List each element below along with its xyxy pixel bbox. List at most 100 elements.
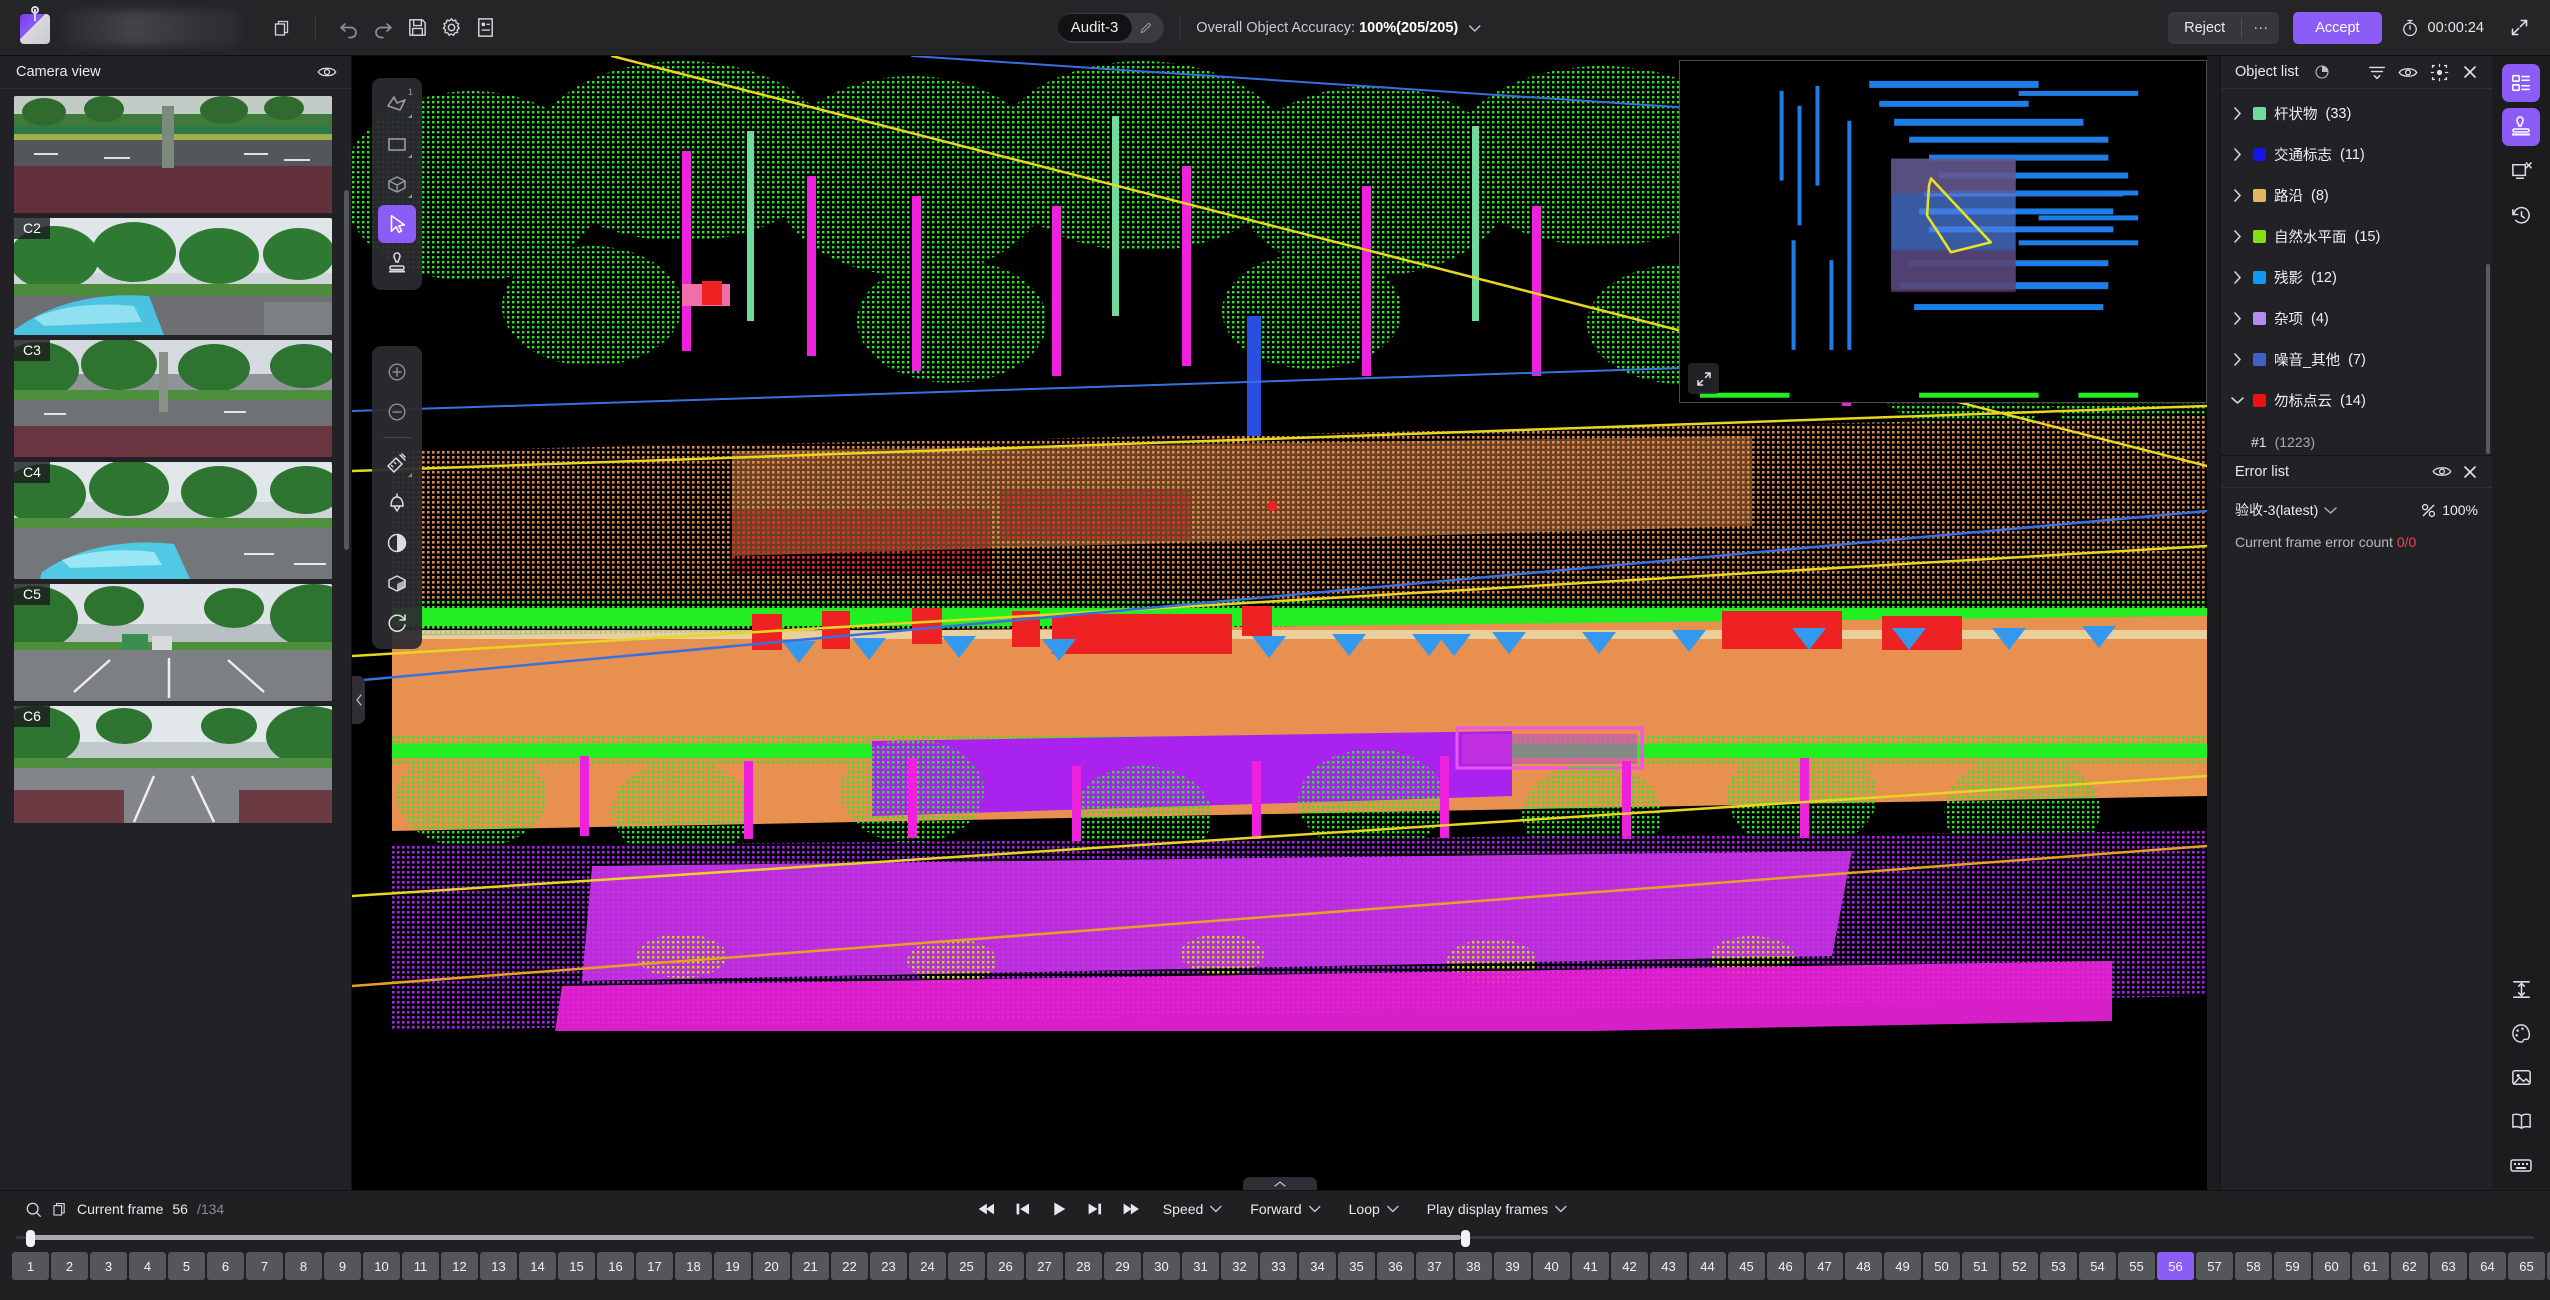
frame-cell[interactable]: 41 <box>1572 1252 1609 1280</box>
camera-thumbnail[interactable]: C5 <box>14 584 332 701</box>
object-list-scrollbar[interactable] <box>2486 264 2490 454</box>
frame-cell[interactable]: 36 <box>1377 1252 1414 1280</box>
frame-cell[interactable]: 63 <box>2430 1252 2467 1280</box>
reject-button[interactable]: Reject <box>2168 12 2241 44</box>
frame-cell[interactable]: 65 <box>2508 1252 2545 1280</box>
frame-cell[interactable]: 39 <box>1494 1252 1531 1280</box>
object-group-row[interactable]: 路沿 (8) <box>2221 175 2492 216</box>
speed-select[interactable]: Speed <box>1149 1201 1236 1217</box>
frame-cell[interactable]: 64 <box>2469 1252 2506 1280</box>
object-group-row-expanded[interactable]: 勿标点云 (14) <box>2221 380 2492 421</box>
chevron-down-icon[interactable] <box>2324 506 2337 515</box>
search-icon[interactable] <box>25 1201 42 1218</box>
camera-thumbnail[interactable] <box>14 96 332 213</box>
chevron-down-icon[interactable] <box>1458 11 1492 45</box>
expand-icon[interactable] <box>2502 11 2536 45</box>
frame-cell[interactable]: 44 <box>1689 1252 1726 1280</box>
frame-cell[interactable]: 11 <box>402 1252 439 1280</box>
direction-select[interactable]: Forward <box>1236 1201 1334 1217</box>
frame-cell[interactable]: 21 <box>792 1252 829 1280</box>
zoom-in-button[interactable] <box>378 353 416 391</box>
frame-cell[interactable]: 55 <box>2118 1252 2155 1280</box>
object-group-row[interactable]: 交通标志 (11) <box>2221 134 2492 175</box>
frame-cell[interactable]: 17 <box>636 1252 673 1280</box>
undo-icon[interactable] <box>332 11 366 45</box>
frames-icon[interactable] <box>51 1201 68 1218</box>
object-group-row[interactable]: 自然水平面 (15) <box>2221 216 2492 257</box>
frame-cell[interactable]: 62 <box>2391 1252 2428 1280</box>
play-button[interactable] <box>1041 1195 1077 1223</box>
object-group-row[interactable]: 杂项 (4) <box>2221 298 2492 339</box>
frame-cell[interactable]: 49 <box>1884 1252 1921 1280</box>
frame-cell[interactable]: 33 <box>1260 1252 1297 1280</box>
frame-cell[interactable]: 19 <box>714 1252 751 1280</box>
screen-off-button[interactable] <box>2502 152 2540 190</box>
pencil-icon[interactable] <box>1133 15 1159 41</box>
point-cloud-canvas[interactable]: 1 <box>352 56 2207 1190</box>
frame-cell[interactable]: 31 <box>1182 1252 1219 1280</box>
history-button[interactable] <box>2502 196 2540 234</box>
pie-chart-icon[interactable] <box>2310 61 2334 83</box>
object-group-row[interactable]: 噪音_其他 (7) <box>2221 339 2492 380</box>
frame-cell[interactable]: 16 <box>597 1252 634 1280</box>
chevron-right-icon[interactable] <box>2229 189 2245 202</box>
frame-cell[interactable]: 58 <box>2235 1252 2272 1280</box>
frame-cell[interactable]: 54 <box>2079 1252 2116 1280</box>
cursor-select-tool[interactable] <box>378 205 416 243</box>
frame-cell[interactable]: 12 <box>441 1252 478 1280</box>
stamp-tool[interactable] <box>378 245 416 283</box>
layout-grid-button[interactable] <box>2502 64 2540 102</box>
previous-frame-button[interactable] <box>1005 1195 1041 1223</box>
chevron-right-icon[interactable] <box>2229 230 2245 243</box>
chevron-right-icon[interactable] <box>2229 148 2245 161</box>
camera-thumbnail[interactable]: C4 <box>14 462 332 579</box>
frame-cell[interactable]: 35 <box>1338 1252 1375 1280</box>
close-icon[interactable] <box>2458 461 2482 483</box>
frame-cell[interactable]: 22 <box>831 1252 868 1280</box>
frame-cell[interactable]: 56 <box>2157 1252 2194 1280</box>
eye-icon[interactable] <box>2430 461 2454 483</box>
chevron-right-icon[interactable] <box>2229 353 2245 366</box>
frame-cell[interactable]: 4 <box>129 1252 166 1280</box>
contrast-tool[interactable] <box>378 524 416 562</box>
frame-cell[interactable]: 20 <box>753 1252 790 1280</box>
frame-cell[interactable]: 37 <box>1416 1252 1453 1280</box>
frame-cell[interactable]: 18 <box>675 1252 712 1280</box>
object-item-row[interactable]: #1 (1223) <box>2221 421 2492 455</box>
cuboid-tool[interactable] <box>378 165 416 203</box>
frame-cell[interactable]: 59 <box>2274 1252 2311 1280</box>
zoom-out-button[interactable] <box>378 393 416 431</box>
skip-to-end-button[interactable] <box>1113 1195 1149 1223</box>
notes-icon[interactable] <box>468 11 502 45</box>
collapse-bottom-panel-handle[interactable] <box>1242 1177 1317 1190</box>
frame-cell[interactable]: 27 <box>1026 1252 1063 1280</box>
eye-icon[interactable] <box>2396 61 2420 83</box>
frame-cell[interactable]: 32 <box>1221 1252 1258 1280</box>
frame-cell[interactable]: 60 <box>2313 1252 2350 1280</box>
frame-cell[interactable]: 38 <box>1455 1252 1492 1280</box>
frame-cell[interactable]: 43 <box>1650 1252 1687 1280</box>
next-frame-button[interactable] <box>1077 1195 1113 1223</box>
frame-cell[interactable]: 34 <box>1299 1252 1336 1280</box>
redo-icon[interactable] <box>366 11 400 45</box>
object-group-row[interactable]: 杆状物 (33) <box>2221 93 2492 134</box>
frame-cell[interactable]: 1 <box>12 1252 49 1280</box>
camera-thumbnail[interactable]: C3 <box>14 340 332 457</box>
frame-cell[interactable]: 61 <box>2352 1252 2389 1280</box>
scrubber-handle-left[interactable] <box>26 1230 36 1247</box>
palette-button[interactable] <box>2502 1014 2540 1052</box>
collapse-all-icon[interactable] <box>2365 61 2389 83</box>
frame-cell[interactable]: 3 <box>90 1252 127 1280</box>
frame-cell[interactable]: 42 <box>1611 1252 1648 1280</box>
frame-number-strip[interactable]: 1 2 3 4 5 6 7 8 9 10 11 12 13 14 15 16 17 18 19 20 21 22 23 24 2… <box>0 1249 2550 1283</box>
loop-select[interactable]: Loop <box>1335 1201 1413 1217</box>
frame-cell[interactable]: 53 <box>2040 1252 2077 1280</box>
object-list-body[interactable]: 杆状物 (33) 交通标志 (11) 路沿 (8) 自然水平面 (15) 残影 … <box>2221 89 2492 455</box>
scrubber-handle-right[interactable] <box>1461 1230 1471 1247</box>
frame-cell[interactable]: 57 <box>2196 1252 2233 1280</box>
frame-cell[interactable]: 28 <box>1065 1252 1102 1280</box>
frame-cell[interactable]: 7 <box>246 1252 283 1280</box>
annotation-tool-button[interactable] <box>2502 108 2540 146</box>
focus-target-icon[interactable] <box>2427 61 2451 83</box>
copy-icon[interactable] <box>265 11 299 45</box>
